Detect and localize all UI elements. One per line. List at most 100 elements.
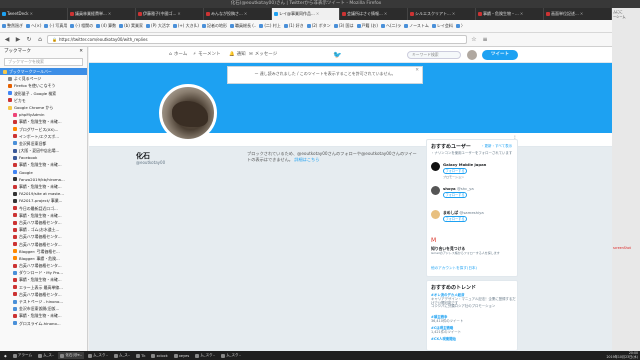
home-icon[interactable]: ⌂ [36, 36, 44, 44]
bookmark-item[interactable]: 記者の地形 [201, 23, 227, 29]
sidebar-bookmark-item[interactable]: 古英ハワ場価格センタ... [0, 219, 87, 226]
sidebar-bookmark-item[interactable]: 事績・危険生物・未確... [0, 212, 87, 219]
bookmark-item[interactable]: レイ会料 [431, 23, 453, 29]
sidebar-bookmark-item[interactable]: phpMyAdmin [0, 111, 87, 118]
sidebar-bookmark-item[interactable]: 事績 - ゴム(お水道土... [0, 226, 87, 233]
sidebar-bookmark-item[interactable]: Blogger: 事績・危険... [0, 255, 87, 262]
avatar[interactable] [431, 186, 440, 195]
sidebar-bookmark-item[interactable]: グロスライム-hinono... [0, 320, 87, 327]
find-friends-gmail[interactable]: M 知り合いを見つける Gmailのアドレス帳からフォローする人を探します [431, 237, 515, 261]
tweet-button[interactable]: ツイート [482, 50, 518, 60]
nav-messages[interactable]: ✉ メッセージ [249, 47, 277, 63]
sidebar-bookmark-item[interactable]: 金沢昇旧東旧都 [0, 140, 87, 147]
sidebar-bookmark-item[interactable]: ピカモ [0, 97, 87, 104]
back-icon[interactable]: ◀ [3, 36, 11, 44]
tab-close-icon[interactable]: ✕ [384, 8, 387, 20]
sidebar-bookmark-item[interactable]: 波形量子 - Google 検索 [0, 90, 87, 97]
taskbar-item[interactable]: xclock [149, 352, 169, 359]
taskbar-item[interactable]: ム_スク.. [193, 352, 217, 359]
sidebar-bookmark-item[interactable]: FA2017-project/ 事業... [0, 197, 87, 204]
sidebar-bookmark-item[interactable]: 古英ハワ場価格センタ... [0, 262, 87, 269]
tab-close-icon[interactable]: ✕ [177, 8, 180, 20]
tab-close-icon[interactable]: ✕ [452, 8, 455, 20]
sidebar-bookmark-item[interactable]: 事績・危険生物・未確... [0, 312, 87, 319]
taskbar-item[interactable]: ム_スク.. [219, 352, 243, 359]
find-more-link[interactable]: 他のアカウントを探す(日本) [431, 266, 477, 271]
bookmark-item[interactable]: (P) 大活字 [146, 23, 170, 29]
star-icon[interactable]: ☆ [470, 36, 478, 44]
tab-close-icon[interactable]: ✕ [108, 8, 111, 20]
bookmark-item[interactable]: 職員総長 (.. [229, 23, 256, 29]
avatar[interactable] [431, 210, 440, 219]
sidebar-bookmark-item[interactable]: Firefox を使いこなそう [0, 82, 87, 89]
follow-button[interactable]: フォローする [443, 216, 467, 222]
tab-close-icon[interactable]: ✕ [30, 8, 33, 20]
sidebar-bookmark-item[interactable]: Google [0, 169, 87, 176]
sidebar-bookmark-item[interactable]: 事績・危険生物・未確... [0, 276, 87, 283]
bookmark-item[interactable]: ヘ(×) [26, 23, 41, 29]
taskbar-item[interactable]: ム_ス.. [36, 352, 56, 359]
taskbar-item[interactable]: ム_ス.. [112, 352, 132, 359]
tab[interactable]: レイ@事業同作品... ✕ [272, 8, 340, 20]
suggested-user-name[interactable]: Galaxy Mobile Japan [443, 162, 486, 167]
tab[interactable]: 画面単位記述... ✕ [544, 8, 612, 20]
bookmark-item[interactable]: (2) ボタン [306, 23, 331, 29]
sidebar-bookmark-item[interactable]: Facebook [0, 154, 87, 161]
tab-close-icon[interactable]: ✕ [580, 8, 583, 20]
bookmark-item[interactable]: (b) 実業家 [119, 23, 143, 29]
bookmark-search-input[interactable]: ブックマークを検索 [4, 58, 83, 66]
taskbar-item[interactable]: アラーム [11, 352, 34, 359]
twitter-bird-icon[interactable]: 🐦 [333, 51, 342, 59]
avatar[interactable] [431, 162, 440, 171]
trend-item[interactable]: #CX人現業開始 [431, 337, 517, 341]
sidebar-bookmark-item[interactable]: ダウンロード・My Pro... [0, 269, 87, 276]
learn-more-link[interactable]: 詳細はこちら [294, 157, 319, 162]
sidebar-bookmark-item[interactable]: Google Chrome から [0, 104, 87, 111]
sidebar-bookmark-item[interactable]: インポート/エクスポ... [0, 133, 87, 140]
bookmark-item[interactable]: ヘ(二)ラ [380, 23, 401, 29]
sidebar-bookmark-item[interactable]: Blogger: 弓場価格セ... [0, 248, 87, 255]
nav-home[interactable]: ⌂ ホーム [169, 47, 187, 63]
sidebar-bookmark-item[interactable]: エラー上表示 最高単線... [0, 284, 87, 291]
bookmark-item[interactable]: 〉 [455, 23, 465, 29]
tab-close-icon[interactable]: ✕ [316, 8, 319, 20]
sidebar-bookmark-item[interactable]: Fanzo2019/kb/hiroma... [0, 176, 87, 183]
sidebar-bookmark-item[interactable]: ブログサービス(XX)... [0, 126, 87, 133]
trend-item[interactable]: コシシパに分類ロシア社のプロモーション [431, 304, 517, 308]
tab[interactable]: 事績・危険生物・... ✕ [476, 8, 544, 20]
trend-item[interactable]: #Cは現主戦略 1,421件のツイート [431, 326, 517, 334]
sidebar-bookmark-item[interactable]: 事績・危険生物・未確... [0, 118, 87, 125]
taskbar-item[interactable]: 化石(@e.. [58, 352, 85, 359]
bookmark-item[interactable]: (3) 国は [333, 23, 354, 29]
sidebar-bookmark-item[interactable]: 古英ハワ場価格センタ... [0, 291, 87, 298]
sidebar-bookmark-item[interactable]: 事績・危険生物・未確... [0, 183, 87, 190]
sidebar-bookmark-item[interactable]: ブックマークツールバー [0, 68, 87, 76]
follow-button[interactable]: フォローする [443, 168, 467, 174]
bookmark-item[interactable]: (4) 算数 [96, 23, 116, 29]
bookmark-item[interactable]: (-) 相関の [70, 23, 93, 29]
twitter-search-input[interactable]: キーワード検索 [407, 51, 461, 59]
tab[interactable]: TweetDeck ✕ [0, 8, 68, 20]
suggested-user-name[interactable]: shoya @shc_ya [443, 186, 474, 191]
bookmark-item[interactable]: ノーストム [404, 23, 429, 29]
tab[interactable]: 伊藤雅子(中國ゴ... ✕ [136, 8, 204, 20]
url-bar[interactable]: 🔒 https://twitter.com/eoutkotay00/with_re… [47, 35, 467, 44]
nav-moments[interactable]: ⚡ モーメント [193, 47, 221, 63]
sidebar-bookmark-item[interactable]: 古英ハワ場価格センタ... [0, 233, 87, 240]
nav-notifications[interactable]: 🔔 通知 [229, 47, 246, 63]
avatar[interactable] [467, 50, 477, 60]
taskbar-item[interactable]: Tk [134, 352, 147, 359]
who-to-follow-links[interactable]: ・更新・すべて表示 [481, 144, 512, 149]
apps-menu-icon[interactable]: ◆ [2, 352, 9, 359]
tab[interactable]: 会議所はさぐ情報... ✕ [340, 8, 408, 20]
sidebar-bookmark-item[interactable]: よく見るページ [0, 75, 87, 82]
sidebar-bookmark-item[interactable]: テストページ - hinono... [0, 298, 87, 305]
tab-close-icon[interactable]: ✕ [244, 8, 247, 20]
trend-item[interactable]: #頭主戦争 36,410件のツイート [431, 315, 517, 323]
tab[interactable]: みんなが投稿さ... ✕ [204, 8, 272, 20]
sidebar-bookmark-item[interactable]: 金沢市旧東仮開(旧仮... [0, 305, 87, 312]
close-icon[interactable]: ✕ [415, 67, 419, 75]
bookmark-item[interactable]: (二) 村上 [259, 23, 281, 29]
bookmark-item[interactable]: (-) 写真用 [44, 23, 67, 29]
tab-close-icon[interactable]: ✕ [520, 8, 523, 20]
